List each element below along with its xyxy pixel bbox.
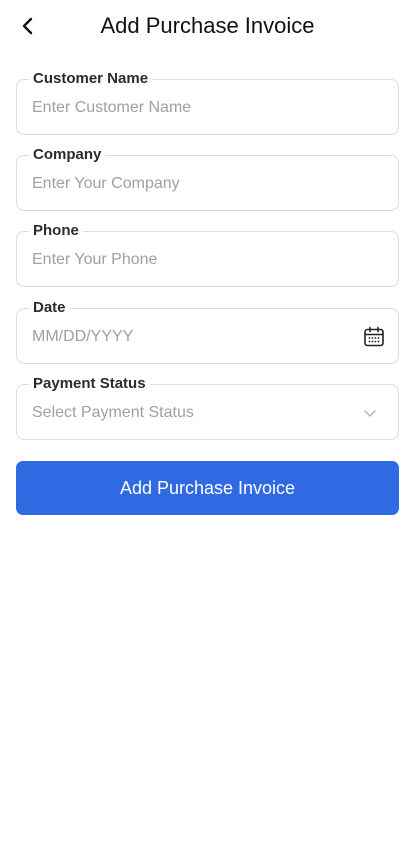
phone-input[interactable]	[32, 248, 350, 272]
payment-status-placeholder: Select Payment Status	[32, 404, 194, 421]
date-input[interactable]	[32, 325, 350, 349]
customer-name-input[interactable]	[32, 96, 350, 120]
company-input[interactable]	[32, 172, 350, 196]
chevron-down-icon	[364, 410, 376, 417]
customer-name-field[interactable]: Customer Name	[16, 70, 399, 135]
date-field[interactable]: Date	[16, 299, 399, 364]
app-header: Add Purchase Invoice	[0, 0, 415, 56]
payment-status-select[interactable]: Payment Status Select Payment Status	[16, 375, 399, 440]
add-purchase-invoice-button[interactable]: Add Purchase Invoice	[16, 461, 399, 515]
customer-name-label: Customer Name	[29, 70, 153, 88]
calendar-icon[interactable]	[362, 325, 386, 349]
company-label: Company	[29, 146, 106, 164]
phone-label: Phone	[29, 222, 83, 240]
date-label: Date	[29, 299, 70, 317]
payment-status-label: Payment Status	[29, 375, 150, 393]
company-field[interactable]: Company	[16, 146, 399, 211]
phone-field[interactable]: Phone	[16, 222, 399, 287]
page-title: Add Purchase Invoice	[100, 13, 315, 38]
